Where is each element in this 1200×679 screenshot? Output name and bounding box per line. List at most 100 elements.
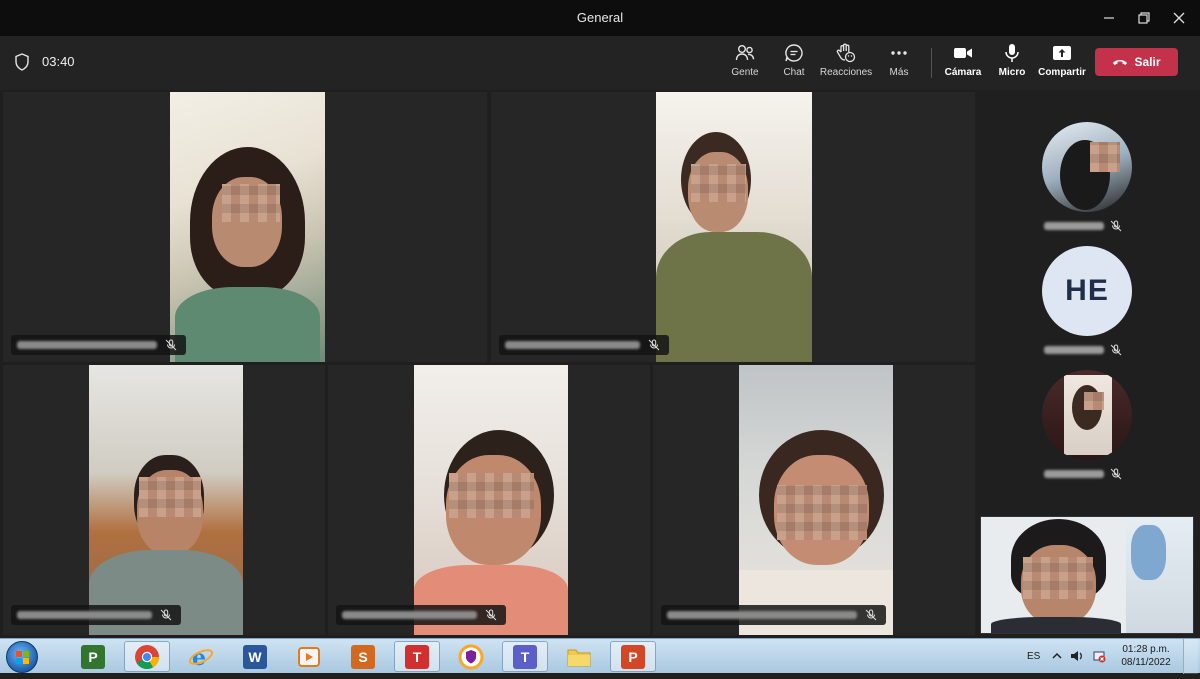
face-pixelation [1084,392,1104,410]
word-icon: W [243,644,267,669]
tray-expand-icon[interactable] [1052,651,1062,661]
mic-button[interactable]: Micro [996,42,1028,86]
roster-name-row [1044,344,1122,356]
participant-name-blurred [1044,222,1104,230]
system-clock[interactable]: 01:28 p.m. 08/11/2022 [1118,643,1174,669]
mic-off-icon [865,609,877,621]
windows-logo-icon [16,651,29,664]
participant-name-blurred [667,611,857,619]
face-pixelation [139,477,201,517]
participant-name-blurred [17,611,152,619]
internet-explorer-icon: e [188,645,214,670]
taskbar-app-sway[interactable]: S [340,641,386,672]
more-label: Más [889,67,909,78]
chat-button[interactable]: Chat [779,42,809,86]
network-warning-icon[interactable] [1092,649,1106,663]
shield-icon [15,53,29,71]
participant-name-blurred [342,611,477,619]
language-indicator[interactable]: ES [1027,639,1040,674]
taskbar-app-teams[interactable]: T [502,641,548,672]
avatar-initials: HE [1065,274,1109,307]
share-button[interactable]: Compartir [1037,42,1087,86]
reactions-icon [836,43,856,63]
svg-text:e: e [192,645,206,670]
participant-tile[interactable] [3,365,325,635]
mic-off-icon [1110,468,1122,480]
meeting-timer: 03:40 [42,54,75,69]
mic-off-icon [1110,344,1122,356]
powerpoint-icon: P [621,644,645,669]
taskbar-app-file-explorer[interactable] [556,641,602,672]
taskbar-app-internet-explorer[interactable]: e [178,641,224,672]
taskbar-app-project[interactable]: P [70,641,116,672]
participant-tile[interactable] [3,92,487,362]
more-button[interactable]: Más [884,42,914,86]
face-pixelation [777,485,867,540]
reactions-label: Reacciones [819,67,873,78]
teams-icon: T [513,644,537,669]
sway-icon: S [351,644,375,669]
camera-icon [954,48,972,58]
teams-meeting-window: General 03:40 Gente Chat Reacciones Más [0,0,1200,674]
participant-name-blurred [505,341,640,349]
windows-taskbar: P e W S T T P ES 01:28 p.m. 08/11/2022 [0,638,1200,674]
participant-name-blurred [17,341,157,349]
show-desktop-button[interactable] [1183,639,1198,674]
participant-video [414,365,568,635]
face-pixelation [222,184,280,222]
share-icon [1053,46,1071,60]
participant-tile[interactable] [491,92,975,362]
leave-button[interactable]: Salir [1095,48,1178,76]
participant-tile[interactable] [328,365,650,635]
taskbar-app-word[interactable]: W [232,641,278,672]
self-video-preview[interactable] [980,516,1194,634]
restore-button[interactable] [1127,0,1161,36]
participant-pillow [739,570,893,635]
participant-name-bar [336,605,506,625]
clock-time: 01:28 p.m. [1122,644,1170,655]
participant-clothing [175,287,320,362]
project-icon: P [81,644,105,669]
taskbar-app-chrome[interactable] [124,641,170,672]
taskbar-app-todoist[interactable]: T [394,641,440,672]
background-figure [1131,525,1166,580]
taskbar-app-powerpoint[interactable]: P [610,641,656,672]
vpn-icon [458,644,484,669]
start-button[interactable] [6,641,38,673]
face-pixelation [1090,142,1120,172]
people-button[interactable]: Gente [730,42,760,86]
mic-off-icon [160,609,172,621]
taskbar-app-vpn[interactable] [448,641,494,672]
clock-date: 08/11/2022 [1121,657,1171,668]
participant-clothing [656,232,812,362]
participant-tile[interactable] [653,365,975,635]
roster-avatar[interactable] [1042,122,1132,212]
mic-off-icon [485,609,497,621]
participant-video [656,92,812,362]
more-icon [891,51,907,55]
share-label: Compartir [1038,67,1086,78]
window-title: General [576,10,624,25]
participant-name-bar [11,335,186,355]
reactions-button[interactable]: Reacciones [819,42,873,86]
people-icon [735,45,755,61]
self-clothing [991,617,1121,633]
leave-label: Salir [1134,55,1161,69]
participant-name-blurred [1044,470,1104,478]
participant-video [739,365,893,635]
mic-off-icon [1110,220,1122,232]
roster-avatar[interactable]: HE [1042,246,1132,336]
minimize-button[interactable] [1092,0,1126,36]
minimize-icon [1104,17,1114,19]
participant-video [170,92,325,362]
face-pixelation [449,473,534,518]
participant-name-bar [499,335,669,355]
taskbar-app-media-player[interactable] [286,641,332,672]
face-pixelation [691,164,746,202]
volume-icon[interactable] [1070,649,1084,663]
mic-off-icon [165,339,177,351]
close-button[interactable] [1162,0,1196,36]
roster-avatar[interactable] [1042,370,1132,460]
camera-button[interactable]: Cámara [944,42,982,86]
todoist-icon: T [405,644,429,669]
